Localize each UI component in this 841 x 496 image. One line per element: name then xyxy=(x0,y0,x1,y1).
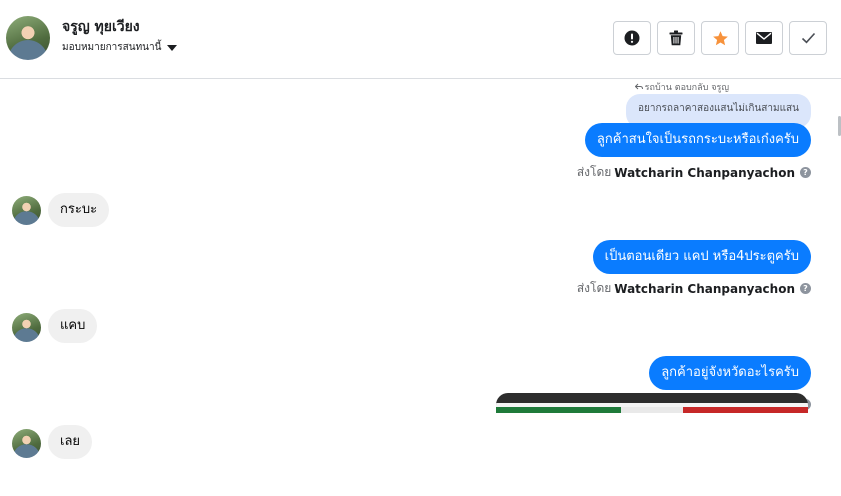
caret-down-icon xyxy=(167,44,178,51)
contact-avatar-small[interactable] xyxy=(12,313,41,342)
star-button[interactable] xyxy=(701,21,739,55)
incoming-message[interactable]: กระบะ xyxy=(48,193,110,227)
image-attachment[interactable] xyxy=(496,393,808,423)
mark-unread-button[interactable] xyxy=(745,21,783,55)
sender-name: Watcharin Chanpanyachon xyxy=(614,281,795,296)
contact-name[interactable]: จรูญ ทุยเวียง xyxy=(62,16,140,38)
mark-done-button[interactable] xyxy=(789,21,827,55)
attachment-band xyxy=(496,413,808,423)
reply-context-text: รถบ้าน ตอบกลับ จรูญ xyxy=(644,83,729,93)
reply-context: รถบ้าน ตอบกลับ จรูญ xyxy=(634,80,729,94)
outgoing-message[interactable]: ลูกค้าอยู่จังหวัดอะไรครับ xyxy=(649,356,811,390)
trash-icon xyxy=(669,30,683,46)
envelope-icon xyxy=(756,32,772,44)
sent-by-prefix: ส่งโดย xyxy=(576,281,612,295)
contact-avatar[interactable] xyxy=(6,16,50,60)
contact-avatar-small[interactable] xyxy=(12,429,41,458)
assign-conversation-dropdown[interactable]: มอบหมายการสนทนานี้ xyxy=(62,40,178,55)
message-thread[interactable]: รถบ้าน ตอบกลับ จรูญ อยากรถลาคาสองแสนไม่เ… xyxy=(0,80,841,496)
sender-name: Watcharin Chanpanyachon xyxy=(614,165,795,180)
assign-label: มอบหมายการสนทนานี้ xyxy=(62,42,162,53)
outgoing-message[interactable]: เป็นตอนเดียว แคป หรือ4ประตูครับ xyxy=(592,240,811,274)
sent-by-prefix: ส่งโดย xyxy=(576,165,612,179)
sent-by-label: ส่งโดย Watcharin Chanpanyachon ? xyxy=(577,163,811,182)
contact-avatar-small[interactable] xyxy=(12,196,41,225)
incoming-message[interactable]: เลย xyxy=(48,425,93,459)
outgoing-message[interactable]: ลูกค้าสนใจเป็นรถกระบะหรือเก๋งครับ xyxy=(584,123,811,157)
help-icon[interactable]: ? xyxy=(800,167,811,178)
conversation-header: จรูญ ทุยเวียง มอบหมายการสนทนานี้ xyxy=(0,0,841,79)
star-icon xyxy=(712,30,728,45)
sent-by-label: ส่งโดย Watcharin Chanpanyachon ? xyxy=(577,279,811,298)
delete-button[interactable] xyxy=(657,21,695,55)
help-icon[interactable]: ? xyxy=(800,283,811,294)
incoming-message[interactable]: แคบ xyxy=(48,309,98,343)
check-icon xyxy=(801,32,815,44)
conversation-actions xyxy=(613,21,827,55)
exclamation-circle-icon xyxy=(624,30,640,46)
reply-arrow-icon xyxy=(634,83,643,90)
report-spam-button[interactable] xyxy=(613,21,651,55)
